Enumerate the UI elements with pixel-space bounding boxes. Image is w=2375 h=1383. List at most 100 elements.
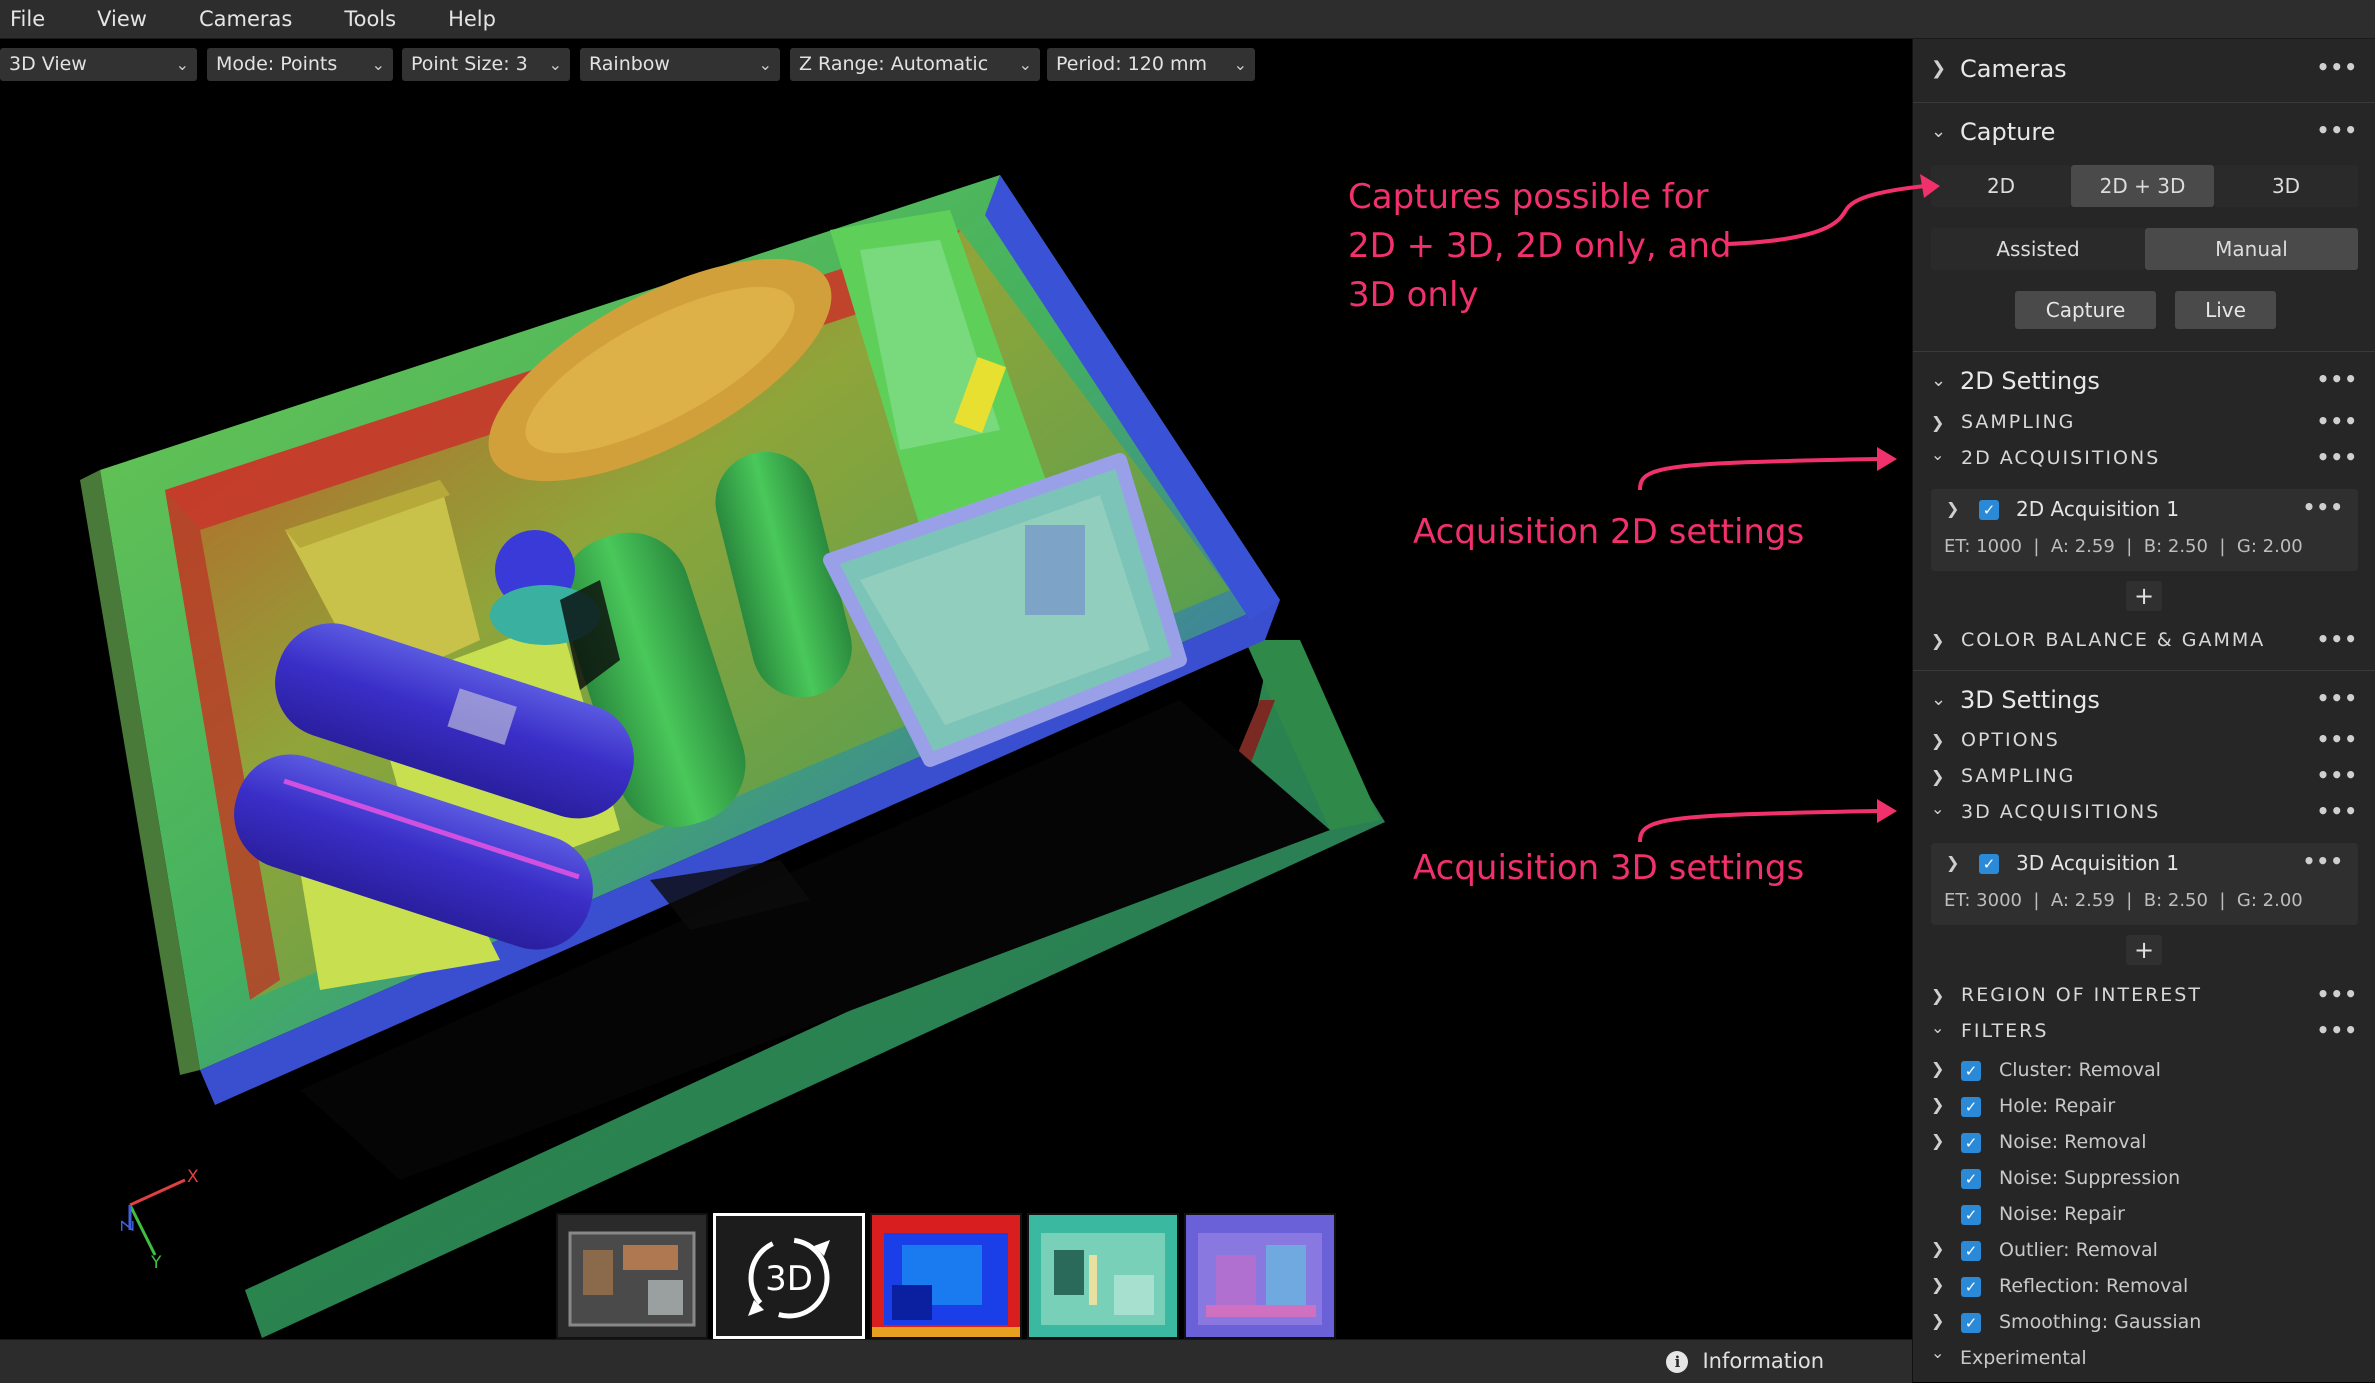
chevron-right-icon[interactable]: ❯ xyxy=(1931,1131,1944,1150)
chevron-right-icon[interactable]: ❯ xyxy=(1931,1239,1944,1258)
more-options-icon[interactable]: ••• xyxy=(2317,367,2358,391)
filter-item[interactable]: ❯ ✓ Noise: Removal xyxy=(1913,1129,2375,1159)
more-options-icon[interactable]: ••• xyxy=(2317,763,2358,787)
more-options-icon[interactable]: ••• xyxy=(2317,627,2358,651)
filter-checkbox[interactable]: ✓ xyxy=(1961,1277,1981,1297)
capture-mode-2d[interactable]: 2D xyxy=(1931,165,2071,207)
chevron-down-icon: ⌄ xyxy=(548,55,562,74)
filter-item[interactable]: ❯ ✓ Hole: Repair xyxy=(1913,1093,2375,1123)
assisted-mode-button[interactable]: Assisted xyxy=(1931,228,2145,270)
filter-item[interactable]: ❯ ✓ Reflection: Removal xyxy=(1913,1273,2375,1303)
filter-checkbox[interactable]: ✓ xyxy=(1961,1133,1981,1153)
thumbnail-3d[interactable]: 3D xyxy=(713,1213,865,1339)
filter-item[interactable]: ❯ ✓ Outlier: Removal xyxy=(1913,1237,2375,1267)
more-options-icon[interactable]: ••• xyxy=(2317,55,2358,79)
view-mode-dropdown[interactable]: 3D View ⌄ xyxy=(0,48,197,81)
more-options-icon[interactable]: ••• xyxy=(2317,1018,2358,1042)
2d-acquisition-params: ET: 1000 | A: 2.59 | B: 2.50 | G: 2.00 xyxy=(1944,536,2303,557)
experimental-header[interactable]: ⌄ Experimental xyxy=(1913,1343,2375,1375)
acquisition-2d-annotation: Acquisition 2D settings xyxy=(1413,512,1805,552)
chevron-right-icon: ❯ xyxy=(1931,767,1945,786)
thumbnail-snr[interactable] xyxy=(1027,1213,1179,1339)
menu-help[interactable]: Help xyxy=(430,0,514,38)
2d-settings-title: 2D Settings xyxy=(1960,367,2100,395)
view-mode-value: 3D View xyxy=(9,53,87,75)
menu-tools[interactable]: Tools xyxy=(326,0,414,38)
thumbnail-color-2d[interactable] xyxy=(556,1213,708,1339)
chevron-down-icon: ⌄ xyxy=(758,55,772,74)
thumbnail-normals[interactable] xyxy=(1184,1213,1336,1339)
filter-checkbox[interactable]: ✓ xyxy=(1961,1061,1981,1081)
3d-acquisition-checkbox[interactable]: ✓ xyxy=(1979,854,1999,874)
chevron-down-icon: ⌄ xyxy=(371,55,385,74)
chevron-right-icon[interactable]: ❯ xyxy=(1931,1275,1944,1294)
capture-mode-2d-3d[interactable]: 2D + 3D xyxy=(2071,165,2214,207)
more-options-icon[interactable]: ••• xyxy=(2317,686,2358,710)
point-size-value: Point Size: 3 xyxy=(411,53,528,75)
more-options-icon[interactable]: ••• xyxy=(2317,799,2358,823)
filter-checkbox[interactable]: ✓ xyxy=(1961,1241,1981,1261)
more-options-icon[interactable]: ••• xyxy=(2317,409,2358,433)
filter-checkbox[interactable]: ✓ xyxy=(1961,1097,1981,1117)
filter-item[interactable]: ❯ ✓ Smoothing: Gaussian xyxy=(1913,1309,2375,1339)
chevron-right-icon: ❯ xyxy=(1931,413,1945,432)
filter-checkbox[interactable]: ✓ xyxy=(1961,1205,1981,1225)
chevron-down-icon: ⌄ xyxy=(1931,121,1947,142)
chevron-right-icon[interactable]: ❯ xyxy=(1946,853,1959,872)
information-button[interactable]: i Information xyxy=(1666,1340,1824,1383)
point-size-dropdown[interactable]: Point Size: 3 ⌄ xyxy=(402,48,570,81)
period-dropdown[interactable]: Period: 120 mm ⌄ xyxy=(1047,48,1255,81)
filter-label: Smoothing: Gaussian xyxy=(1999,1311,2202,1333)
more-options-icon[interactable]: ••• xyxy=(2317,982,2358,1006)
render-mode-dropdown[interactable]: Mode: Points ⌄ xyxy=(207,48,393,81)
z-range-value: Z Range: Automatic xyxy=(799,53,989,75)
view-thumbnails: 3D xyxy=(556,1213,1341,1341)
chevron-right-icon[interactable]: ❯ xyxy=(1946,499,1959,518)
chevron-down-icon: ⌄ xyxy=(1233,55,1247,74)
filter-checkbox[interactable]: ✓ xyxy=(1961,1313,1981,1333)
capture-mode-selector: 2D 2D + 3D 3D xyxy=(1931,165,2358,207)
chevron-right-icon[interactable]: ❯ xyxy=(1931,1095,1944,1114)
chevron-right-icon: ❯ xyxy=(1931,631,1945,650)
divider xyxy=(1913,351,2375,352)
add-2d-acquisition-button[interactable]: + xyxy=(2126,581,2162,611)
colormap-dropdown[interactable]: Rainbow ⌄ xyxy=(580,48,780,81)
live-button[interactable]: Live xyxy=(2175,291,2276,329)
more-options-icon[interactable]: ••• xyxy=(2303,495,2344,519)
filter-item[interactable]: ❯ ✓ Cluster: Removal xyxy=(1913,1057,2375,1087)
filters-title: FILTERS xyxy=(1961,1020,2049,1042)
2d-sampling-title: SAMPLING xyxy=(1961,411,2076,433)
menu-view[interactable]: View xyxy=(79,0,165,38)
chevron-down-icon: ⌄ xyxy=(175,55,189,74)
more-options-icon[interactable]: ••• xyxy=(2317,727,2358,751)
settings-panel: ❯ Cameras ••• ⌄ Capture ••• 2D 2D + 3D 3… xyxy=(1912,39,2375,1382)
chevron-right-icon[interactable]: ❯ xyxy=(1931,1059,1944,1078)
2d-acquisition-checkbox[interactable]: ✓ xyxy=(1979,500,1999,520)
chevron-down-icon: ⌄ xyxy=(1931,445,1945,464)
add-3d-acquisition-button[interactable]: + xyxy=(2126,935,2162,965)
more-options-icon[interactable]: ••• xyxy=(2317,445,2358,469)
thumbnail-depth[interactable] xyxy=(870,1213,1022,1339)
manual-mode-button[interactable]: Manual xyxy=(2145,228,2358,270)
z-range-dropdown[interactable]: Z Range: Automatic ⌄ xyxy=(790,48,1040,81)
more-options-icon[interactable]: ••• xyxy=(2303,849,2344,873)
capture-button[interactable]: Capture xyxy=(2015,291,2156,329)
filter-label: Noise: Removal xyxy=(1999,1131,2147,1153)
more-options-icon[interactable]: ••• xyxy=(2317,118,2358,142)
chevron-down-icon: ⌄ xyxy=(1931,1018,1945,1037)
filter-item[interactable]: ✓ Noise: Repair xyxy=(1913,1201,2375,1231)
capture-mode-3d[interactable]: 3D xyxy=(2214,165,2358,207)
3d-acquisition-card: ❯ ✓ 3D Acquisition 1 ••• ET: 3000 | A: 2… xyxy=(1931,843,2358,925)
filter-checkbox[interactable]: ✓ xyxy=(1961,1169,1981,1189)
chevron-right-icon[interactable]: ❯ xyxy=(1931,1311,1944,1330)
chevron-right-icon: ❯ xyxy=(1931,731,1945,750)
3d-acquisition-name: 3D Acquisition 1 xyxy=(2016,851,2180,875)
axis-y-label: Y xyxy=(150,1253,162,1270)
thumbnail-3d-label: 3D xyxy=(765,1259,813,1299)
2d-acquisition-card: ❯ ✓ 2D Acquisition 1 ••• ET: 1000 | A: 2… xyxy=(1931,489,2358,571)
axis-x-label: X xyxy=(187,1167,199,1187)
menu-file[interactable]: File xyxy=(0,0,63,38)
filter-item[interactable]: ✓ Noise: Suppression xyxy=(1913,1165,2375,1195)
menu-cameras[interactable]: Cameras xyxy=(181,0,310,38)
capture-title: Capture xyxy=(1960,118,2056,146)
